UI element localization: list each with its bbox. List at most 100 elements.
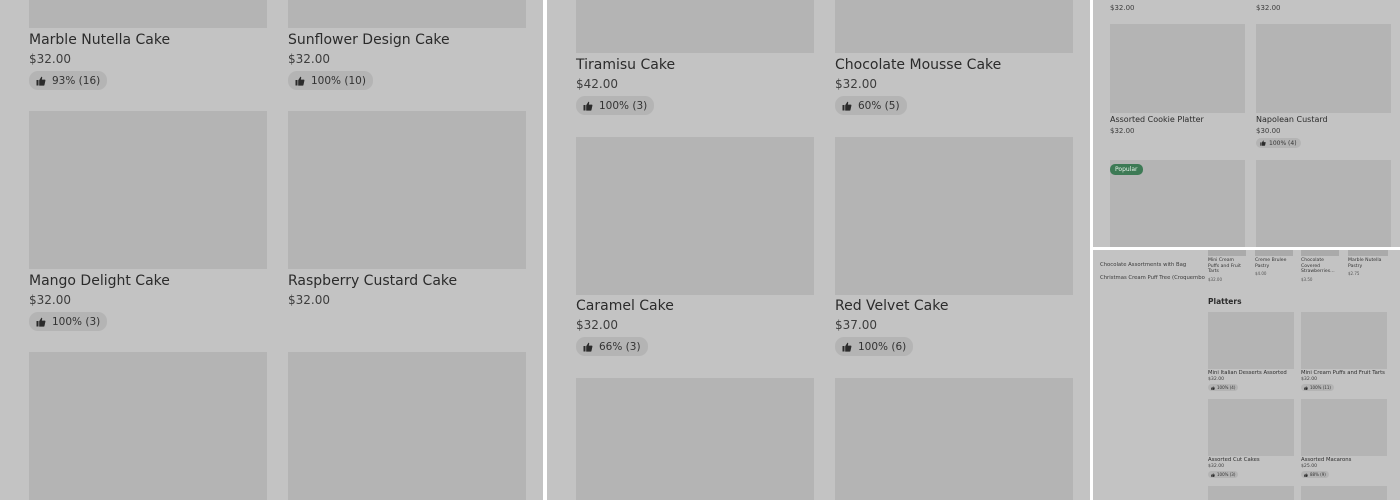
thumbs-up-icon [842, 101, 852, 111]
item-image[interactable] [1301, 399, 1387, 456]
item-name[interactable]: Sunflower Design Cake [288, 32, 450, 48]
item-price: $32.00 [1208, 377, 1225, 382]
item-name[interactable]: Mini Cream Puffs and Fruit Tarts [1208, 258, 1242, 275]
item-image[interactable] [576, 378, 814, 500]
item-price: $30.00 [1256, 127, 1281, 135]
item-price: $32.00 [288, 293, 330, 307]
rating-text: 60% (5) [858, 99, 900, 112]
thumbs-up-icon [1211, 385, 1215, 390]
item-image[interactable] [835, 137, 1073, 295]
item-image[interactable] [1301, 312, 1387, 369]
item-image[interactable] [1208, 312, 1294, 369]
item-image[interactable] [1256, 24, 1391, 113]
item-image[interactable] [835, 0, 1073, 53]
item-price: $32.00 [1208, 277, 1222, 282]
rating-badge: 100% (6) [835, 337, 914, 356]
item-image[interactable] [29, 352, 267, 500]
item-image[interactable] [1208, 399, 1294, 456]
item-image[interactable] [288, 352, 526, 500]
item-price: $32.00 [576, 318, 618, 332]
item-name[interactable]: Assorted Macarons [1301, 457, 1351, 463]
item-name[interactable]: Raspberry Custard Cake [288, 273, 457, 289]
item-image[interactable] [288, 0, 526, 28]
item-image[interactable] [29, 111, 267, 269]
sidebar-link[interactable]: Chocolate Assortments with Bag [1100, 262, 1186, 268]
rating-text: 100% (6) [858, 340, 907, 353]
item-price: $25.00 [1301, 464, 1318, 469]
item-image[interactable] [29, 0, 267, 28]
rating-text: 100% (3) [52, 315, 101, 328]
item-image[interactable] [1301, 250, 1339, 256]
thumbs-up-icon [1211, 472, 1215, 477]
thumbs-up-icon [36, 76, 46, 86]
item-name[interactable]: Marble Nutella Cake [29, 32, 170, 48]
thumbs-up-icon [583, 342, 593, 352]
item-name[interactable]: Mango Delight Cake [29, 273, 170, 289]
item-name[interactable]: Assorted Cut Cakes [1208, 457, 1260, 463]
rating-text: 100% (4) [1217, 385, 1236, 390]
rating-badge: 60% (5) [835, 96, 907, 115]
item-name[interactable]: Napolean Custard [1256, 115, 1328, 124]
item-image[interactable] [835, 378, 1073, 500]
rating-text: 100% (10) [311, 74, 366, 87]
item-price: $42.00 [576, 77, 618, 91]
rating-text: 100% (4) [1269, 139, 1297, 147]
menu-panel-cakes-2: Tiramisu Cake $42.00 100% (3) Chocolate … [547, 0, 1090, 500]
rating-badge: 100% (3) [1208, 471, 1239, 478]
item-price: $32.00 [1256, 4, 1281, 12]
sidebar-link[interactable]: Christmas Cream Puff Tree (Croquembo [1100, 275, 1205, 281]
rating-badge: 100% (3) [29, 312, 108, 331]
item-price: $32.00 [1110, 127, 1135, 135]
menu-panel-cakes-1: Marble Nutella Cake $32.00 93% (16) Sunf… [0, 0, 543, 500]
item-price: $32.00 [29, 52, 71, 66]
item-image[interactable] [1301, 486, 1387, 500]
item-name[interactable]: Chocolate Covered Strawberries… [1301, 258, 1335, 275]
menu-panel-platters-zoom: $32.00 $32.00 Assorted Cookie Platter $3… [1093, 0, 1400, 247]
thumbs-up-icon [1304, 472, 1308, 477]
menu-panel-overview: Chocolate Assortments with Bag Christmas… [1093, 250, 1400, 500]
item-price: $32.00 [1208, 464, 1225, 469]
item-name[interactable]: Tiramisu Cake [576, 57, 675, 73]
item-name[interactable]: Chocolate Mousse Cake [835, 57, 1001, 73]
thumbs-up-icon [1260, 140, 1266, 146]
item-name[interactable]: Mini Cream Puffs and Fruit Tarts [1301, 370, 1385, 376]
item-price: $32.00 [1110, 4, 1135, 12]
rating-text: 100% (3) [599, 99, 648, 112]
rating-text: 66% (3) [599, 340, 641, 353]
rating-badge: 100% (4) [1208, 384, 1239, 391]
item-price: $32.00 [288, 52, 330, 66]
item-name[interactable]: Creme Brulee Pastry [1255, 258, 1289, 269]
item-image[interactable] [576, 0, 814, 53]
item-name[interactable]: Assorted Cookie Platter [1110, 115, 1204, 124]
item-name[interactable]: Red Velvet Cake [835, 298, 948, 314]
item-price: $37.00 [835, 318, 877, 332]
popular-badge: Popular [1110, 164, 1143, 175]
section-title: Platters [1208, 297, 1242, 306]
item-image[interactable] [1208, 486, 1294, 500]
item-name[interactable]: Caramel Cake [576, 298, 674, 314]
rating-badge: 100% (4) [1256, 138, 1301, 148]
item-name[interactable]: Marble Nutella Pastry [1348, 258, 1382, 269]
thumbs-up-icon [842, 342, 852, 352]
item-price: $4.00 [1255, 271, 1267, 276]
item-image[interactable] [1256, 160, 1391, 247]
item-price: $32.00 [1301, 377, 1318, 382]
rating-badge: 100% (11) [1301, 384, 1334, 391]
item-image[interactable] [1110, 24, 1245, 113]
item-image[interactable] [288, 111, 526, 269]
rating-badge: 100% (10) [288, 71, 373, 90]
item-image[interactable] [576, 137, 814, 295]
item-price: $2.75 [1348, 271, 1360, 276]
thumbs-up-icon [583, 101, 593, 111]
thumbs-up-icon [295, 76, 305, 86]
item-image[interactable] [1348, 250, 1388, 256]
item-image[interactable] [1255, 250, 1293, 256]
thumbs-up-icon [36, 317, 46, 327]
rating-badge: 66% (3) [576, 337, 648, 356]
item-image[interactable] [1208, 250, 1246, 256]
item-name[interactable]: Mini Italian Desserts Assorted [1208, 370, 1287, 376]
thumbs-up-icon [1304, 385, 1308, 390]
rating-badge: 100% (3) [576, 96, 655, 115]
item-price: $3.50 [1301, 277, 1313, 282]
item-price: $32.00 [835, 77, 877, 91]
